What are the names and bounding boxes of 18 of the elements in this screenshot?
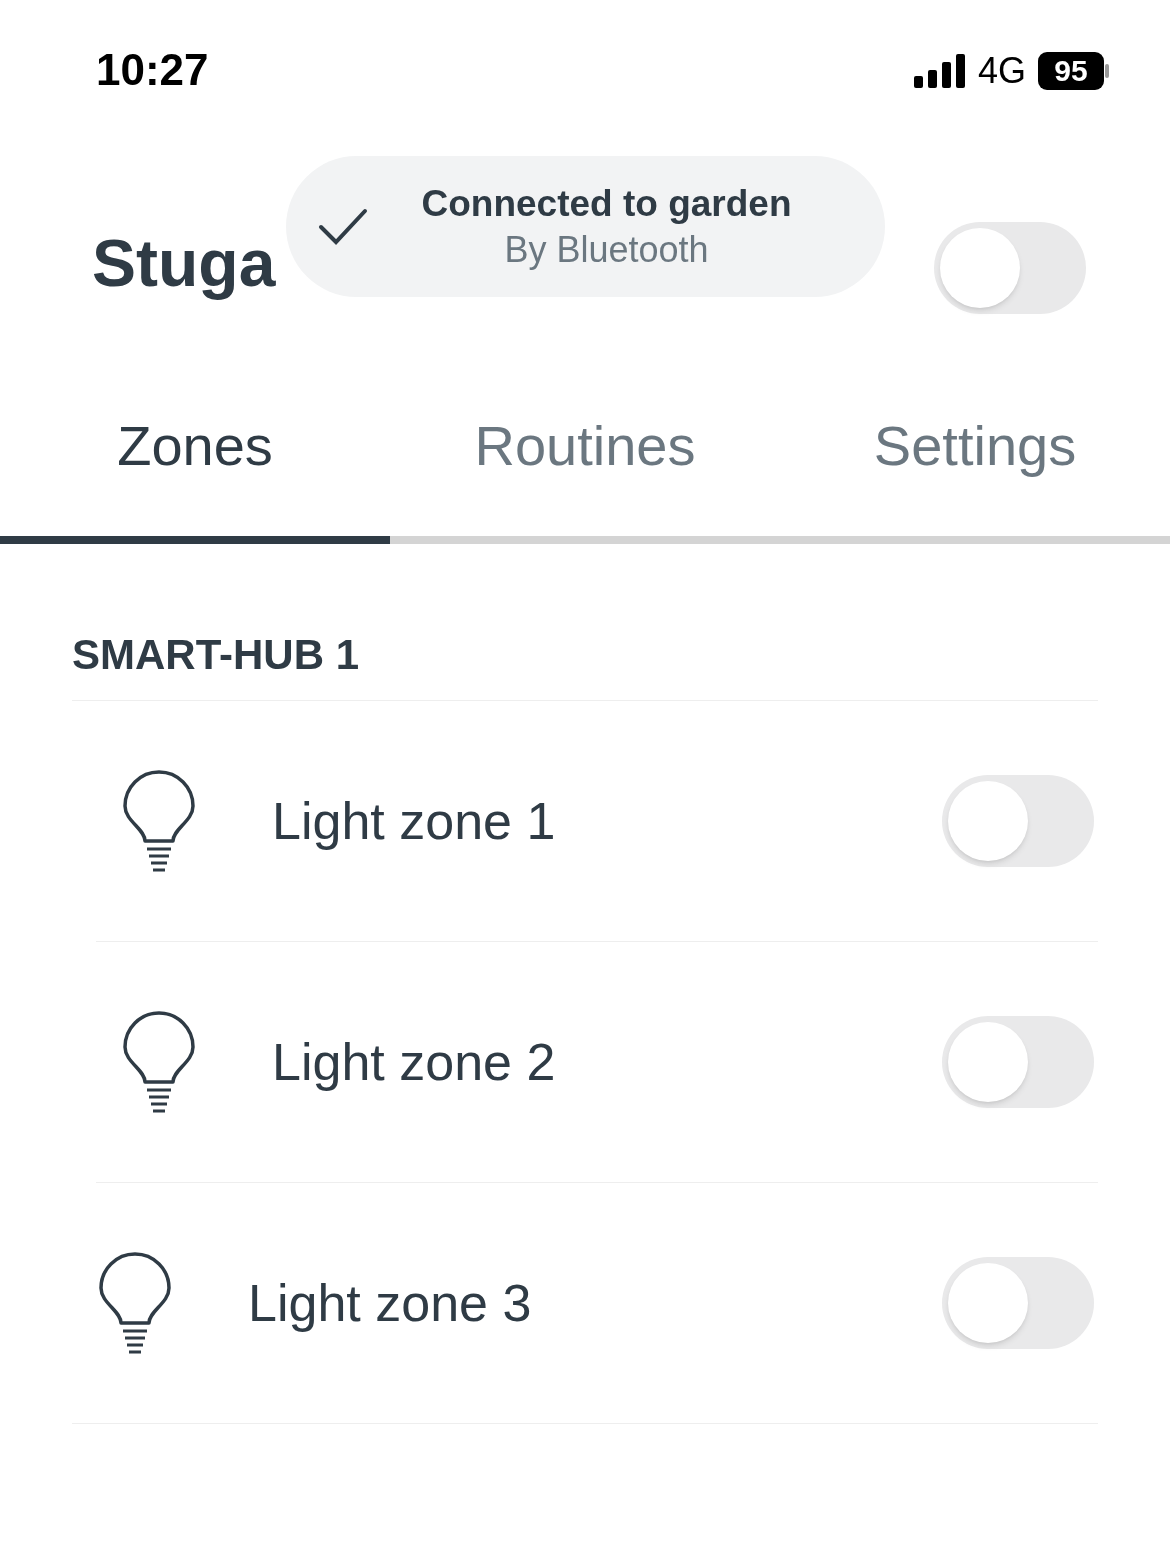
checkmark-icon	[318, 206, 368, 247]
zone-label: Light zone 1	[272, 791, 557, 852]
light-bulb-icon	[122, 769, 196, 873]
battery-level: 95	[1038, 52, 1104, 90]
light-bulb-icon	[122, 1010, 196, 1114]
signal-icon	[913, 54, 966, 88]
tab[interactable]: Settings	[780, 380, 1170, 544]
toast-title: Connected to garden	[421, 181, 792, 226]
toast-subtitle: By Bluetooth	[504, 228, 709, 273]
tab[interactable]: Zones	[0, 380, 390, 544]
zone-label: Light zone 3	[248, 1273, 533, 1334]
light-bulb-icon	[98, 1251, 172, 1355]
tab[interactable]: Routines	[390, 380, 780, 544]
status-time: 10:27	[96, 48, 209, 92]
network-type: 4G	[977, 53, 1026, 89]
zone-label: Light zone 2	[272, 1032, 557, 1093]
section-heading: SMART-HUB 1	[72, 634, 360, 680]
battery-tip-icon	[1104, 64, 1110, 78]
